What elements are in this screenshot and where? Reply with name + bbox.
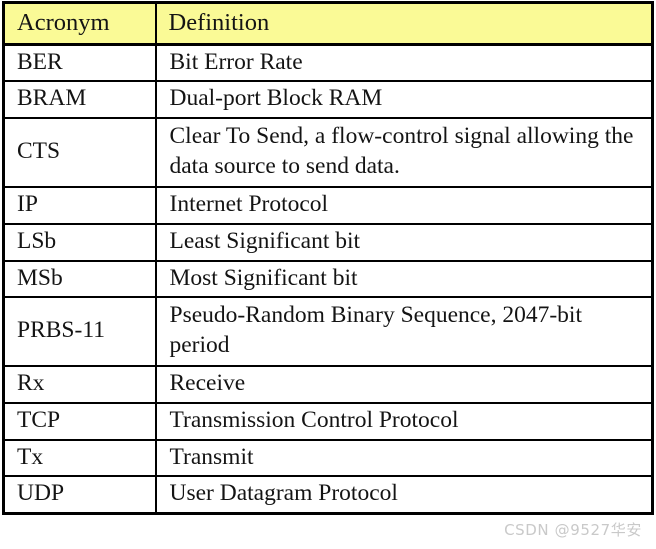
cell-acronym: MSb [2, 259, 157, 299]
cell-acronym: IP [2, 186, 157, 225]
cell-definition: Clear To Send, a flow-control signal all… [154, 117, 654, 189]
table-row: BER Bit Error Rate [2, 43, 654, 83]
column-header-acronym: Acronym [2, 1, 157, 46]
table-body: BER Bit Error Rate BRAM Dual-port Block … [2, 43, 654, 515]
cell-acronym: BRAM [2, 80, 157, 120]
cell-acronym: PRBS-11 [2, 296, 157, 368]
cell-definition: Bit Error Rate [154, 43, 654, 83]
cell-definition: User Datagram Protocol [154, 475, 654, 515]
cell-definition: Dual-port Block RAM [154, 80, 654, 120]
cell-definition: Pseudo-Random Binary Sequence, 2047-bit … [154, 296, 654, 368]
cell-acronym: Tx [2, 438, 157, 478]
table-row: BRAM Dual-port Block RAM [2, 80, 654, 120]
cell-acronym: TCP [2, 401, 157, 441]
table-row: PRBS-11 Pseudo-Random Binary Sequence, 2… [2, 296, 654, 368]
cell-definition: Most Significant bit [154, 259, 654, 299]
table-row: LSb Least Significant bit [2, 222, 654, 262]
cell-definition: Internet Protocol [154, 186, 654, 225]
table-row: MSb Most Significant bit [2, 259, 654, 299]
cell-definition: Receive [154, 365, 654, 404]
cell-acronym: UDP [2, 475, 157, 515]
cell-acronym: Rx [2, 365, 157, 404]
table-row: CTS Clear To Send, a flow-control signal… [2, 117, 654, 189]
cell-acronym: BER [2, 43, 157, 83]
cell-definition: Transmission Control Protocol [154, 401, 654, 441]
cell-definition: Transmit [154, 438, 654, 478]
table-row: Rx Receive [2, 365, 654, 404]
cell-acronym: LSb [2, 222, 157, 262]
acronym-definition-table: Acronym Definition BER Bit Error Rate BR… [2, 1, 654, 515]
table-row: IP Internet Protocol [2, 186, 654, 225]
cell-definition: Least Significant bit [154, 222, 654, 262]
table-row: UDP User Datagram Protocol [2, 475, 654, 515]
table-header: Acronym Definition [2, 1, 654, 46]
table-row: TCP Transmission Control Protocol [2, 401, 654, 441]
cell-acronym: CTS [2, 117, 157, 189]
column-header-definition: Definition [154, 1, 654, 46]
table-header-row: Acronym Definition [2, 1, 654, 46]
table-row: Tx Transmit [2, 438, 654, 478]
acronym-table-container: Acronym Definition BER Bit Error Rate BR… [2, 1, 654, 545]
